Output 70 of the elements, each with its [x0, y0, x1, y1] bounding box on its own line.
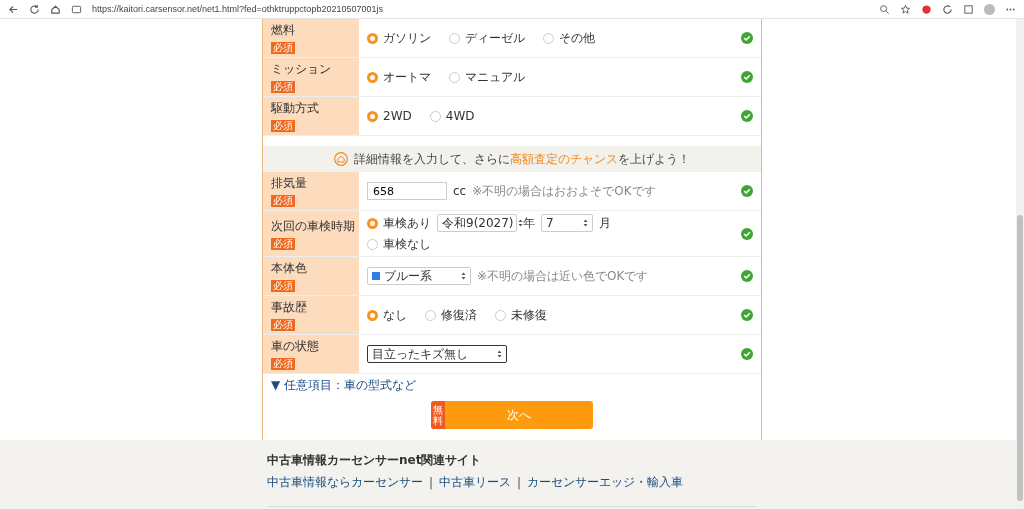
updown-arrows-icon [517, 219, 523, 227]
footer-link[interactable]: カーセンサーエッジ・輸入車 [527, 474, 684, 491]
footer-link[interactable]: 中古車リース [439, 474, 512, 491]
banner-text: 詳細情報を入力して、さらに高額査定のチャンスを上げよう！ [354, 150, 690, 168]
profile-avatar[interactable] [984, 3, 995, 15]
radio-button[interactable] [367, 217, 378, 229]
field-label: 本体色 [271, 260, 308, 277]
condition-select[interactable]: 目立ったキズ無し [367, 345, 507, 363]
required-badge: 必須 [271, 280, 295, 292]
link-separator: | [429, 475, 434, 490]
field-label: 事故歴 [271, 299, 308, 316]
required-badge: 必須 [271, 237, 295, 250]
radio-button[interactable] [367, 239, 378, 250]
zoom-icon[interactable] [879, 3, 890, 15]
radio-option[interactable]: 車検なし [367, 236, 431, 253]
radio-option[interactable]: 未修復 [495, 306, 547, 324]
required-badge: 必須 [271, 42, 295, 54]
link-separator: | [517, 475, 522, 490]
radio-option[interactable]: 2WD [367, 109, 412, 123]
field-label: 燃料 [271, 22, 296, 39]
refresh-icon[interactable] [29, 3, 40, 15]
radio-button[interactable] [367, 110, 378, 122]
radio-option[interactable]: オートマ [367, 68, 431, 86]
hint-text: ※不明の場合はおおよそでOKです [472, 182, 656, 200]
radio-option[interactable]: ディーゼル [449, 29, 525, 47]
field-label: 車の状態 [271, 338, 320, 355]
updown-arrows-icon [497, 350, 502, 358]
house-circle-icon [334, 152, 348, 166]
required-badge: 必須 [271, 195, 295, 207]
required-badge: 必須 [271, 319, 295, 331]
radio-button[interactable] [425, 309, 436, 321]
radio-button[interactable] [449, 71, 460, 83]
optional-fields-link[interactable]: ▼ 任意項目：車の型式など [263, 374, 425, 397]
color-select[interactable]: ブルー系 [367, 267, 471, 285]
footer-link[interactable]: 中古車情報ならカーセンサー [267, 474, 423, 491]
radio-option[interactable]: 修復済 [425, 306, 477, 324]
required-badge: 必須 [271, 358, 295, 370]
radio-button[interactable] [367, 309, 378, 321]
radio-option[interactable]: 4WD [429, 109, 475, 123]
updown-arrows-icon [461, 272, 466, 280]
unit-label: 年 [523, 214, 535, 232]
radio-option[interactable]: その他 [543, 29, 595, 47]
month-select[interactable]: 7 [541, 214, 593, 232]
extension-icon[interactable] [921, 3, 932, 15]
hint-text: ※不明の場合は近い色でOKです [477, 267, 649, 285]
field-label: 排気量 [271, 175, 308, 192]
field-label: 駆動方式 [271, 100, 320, 117]
radio-button[interactable] [495, 309, 506, 321]
radio-button[interactable] [429, 110, 441, 122]
radio-option[interactable]: ガソリン [367, 29, 431, 47]
radio-button[interactable] [449, 32, 460, 44]
radio-button[interactable] [367, 32, 378, 44]
updown-arrows-icon [583, 219, 588, 227]
star-icon[interactable] [900, 3, 911, 15]
back-icon[interactable] [8, 3, 19, 15]
displacement-input[interactable]: 658 [367, 182, 447, 200]
unit-label: 月 [599, 214, 611, 232]
footer-title: 中古車情報カーセンサーnet関連サイト [267, 452, 483, 469]
unit-label: cc [453, 184, 467, 198]
field-label: ミッション [271, 61, 332, 78]
required-badge: 必須 [271, 81, 295, 93]
radio-option[interactable]: マニュアル [449, 68, 525, 86]
radio-option[interactable]: なし [367, 306, 407, 324]
radio-button[interactable] [543, 32, 554, 44]
radio-option[interactable]: 車検あり [367, 214, 431, 232]
required-badge: 必須 [271, 120, 295, 132]
address-bar-url[interactable]: https://kaitori.carsensor.net/net1.html?fed=othktruppctopb20210507001js [92, 4, 383, 14]
radio-button[interactable] [367, 71, 378, 83]
home-icon[interactable] [50, 3, 61, 15]
refresh-icon[interactable] [942, 3, 953, 15]
